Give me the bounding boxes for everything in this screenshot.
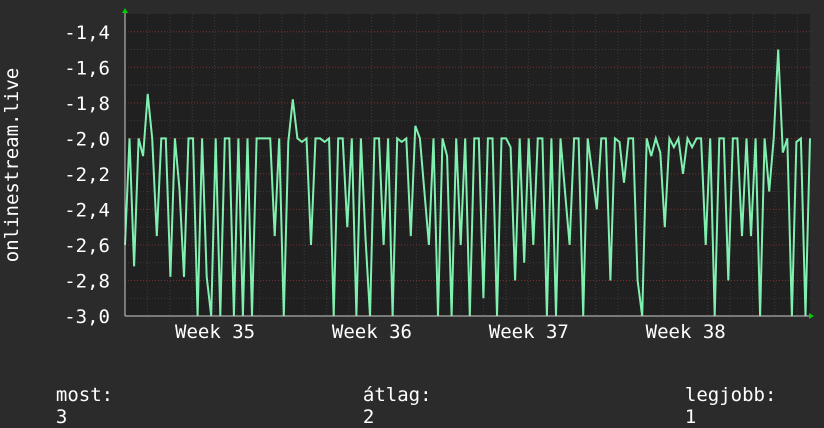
y-axis-title: onlinestream.live [1, 68, 23, 262]
x-tick-label: Week 36 [332, 321, 412, 343]
y-axis-arrow-icon [122, 8, 128, 13]
y-tick-label: -1,4 [64, 22, 110, 44]
x-tick-label: Week 35 [175, 321, 255, 343]
x-axis-arrow-icon [809, 313, 814, 319]
legend-best: legjobb: 1 [662, 362, 777, 428]
x-tick-label: Week 37 [489, 321, 569, 343]
legend-average-label: átlag: [362, 384, 432, 406]
legend-now-label: most: [55, 384, 114, 406]
y-tick-label: -1,8 [64, 93, 110, 115]
legend-best-label: legjobb: [684, 384, 777, 406]
x-tick-label: Week 38 [646, 321, 726, 343]
legend-best-value: 1 [684, 406, 697, 428]
y-tick-label: -2,8 [64, 270, 110, 292]
legend-average: átlag: 2 [340, 362, 432, 428]
legend-now: most: 3 [33, 362, 113, 428]
x-tick-labels: Week 35 Week 36 Week 37 Week 38 [175, 321, 726, 343]
y-tick-label: -3,0 [64, 306, 110, 328]
y-tick-labels: -3,0 -2,8 -2,6 -2,4 -2,2 -2,0 -1,8 -1,6 -1,4 [64, 22, 110, 328]
y-tick-label: -2,2 [64, 164, 110, 186]
y-tick-label: -2,6 [64, 235, 110, 257]
legend-average-value: 2 [362, 406, 375, 428]
y-tick-label: -2,4 [64, 199, 110, 221]
y-tick-label: -1,6 [64, 57, 110, 79]
legend-now-value: 3 [55, 406, 68, 428]
y-tick-label: -2,0 [64, 128, 110, 150]
chart: -3,0 -2,8 -2,6 -2,4 -2,2 -2,0 -1,8 -1,6 -1,4 Wee… [1, 8, 814, 343]
